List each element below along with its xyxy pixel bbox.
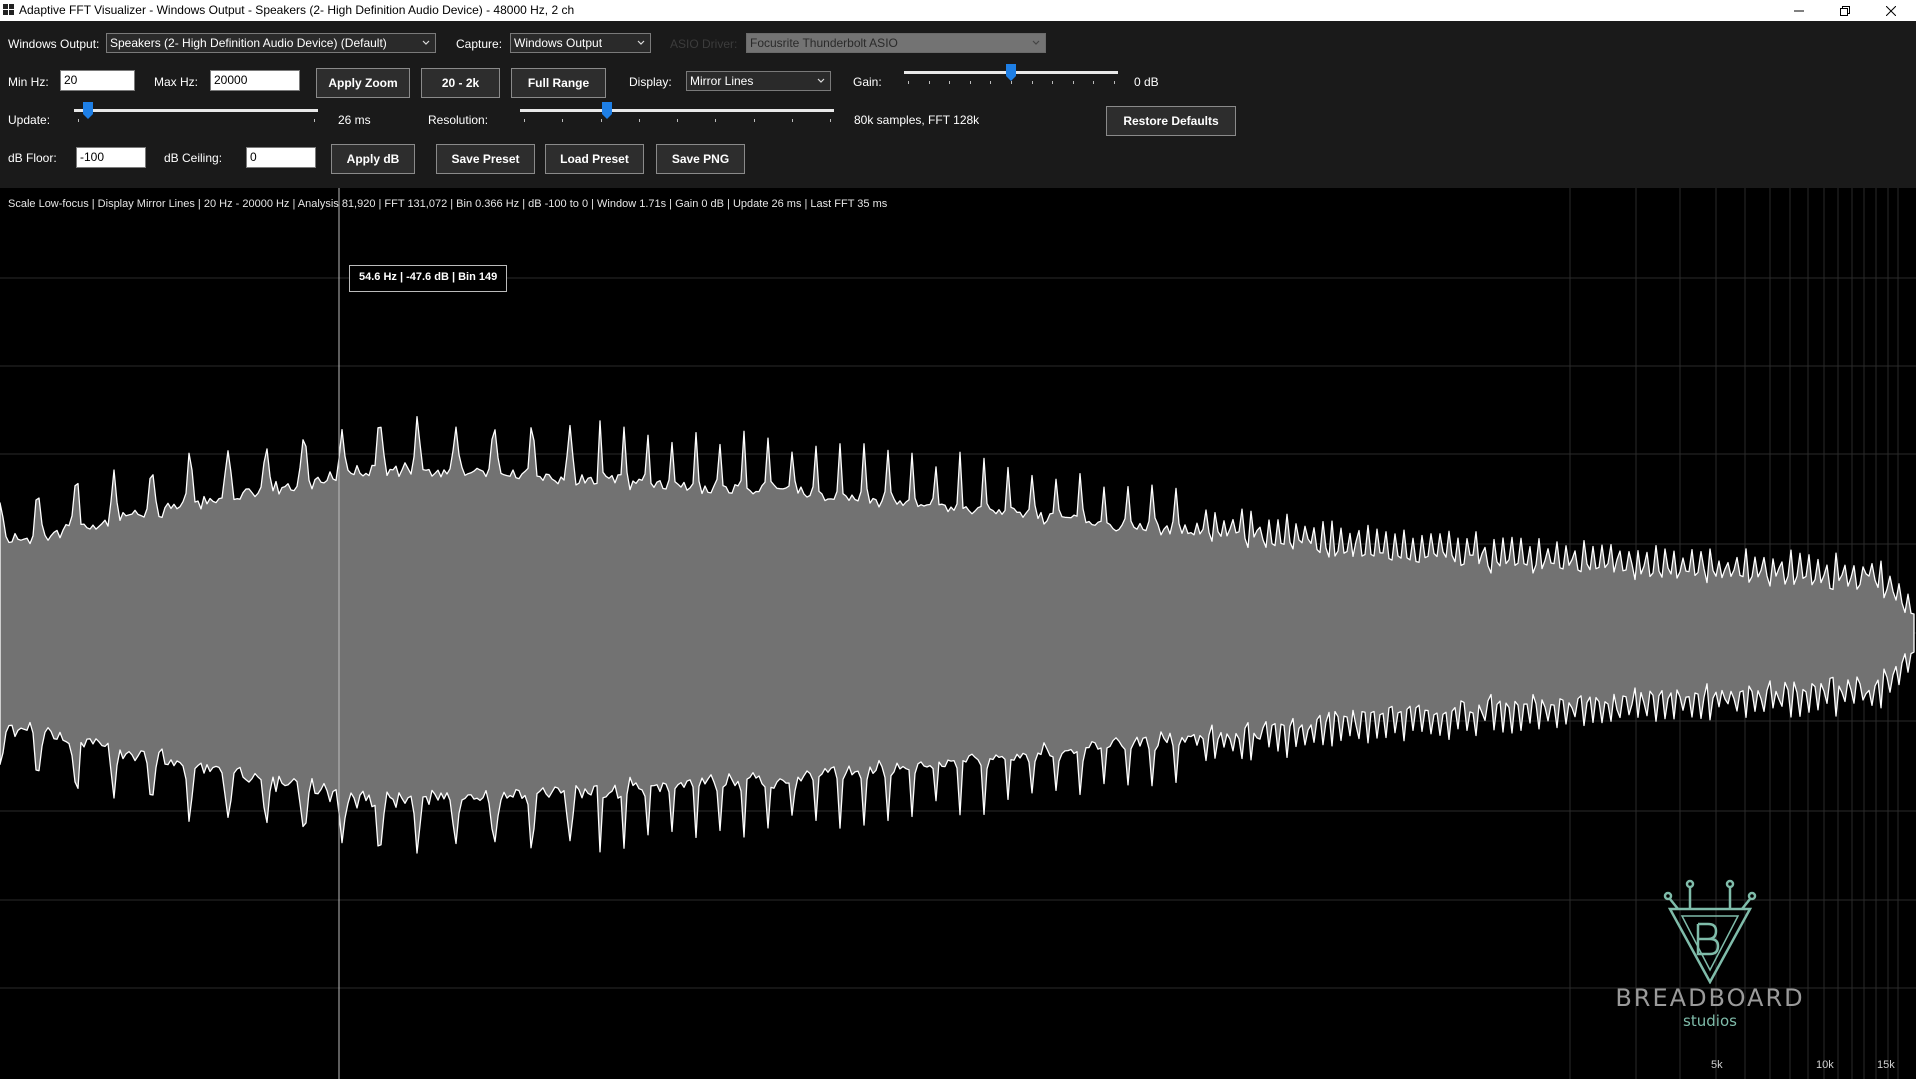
asio-driver-value: Focusrite Thunderbolt ASIO	[750, 36, 898, 50]
gain-label: Gain:	[853, 75, 882, 89]
window-title: Adaptive FFT Visualizer - Windows Output…	[19, 3, 575, 17]
close-icon	[1886, 5, 1896, 16]
slider-tick	[949, 81, 951, 84]
slider-thumb[interactable]	[1006, 64, 1016, 81]
breadboard-studios-logo: BREADBOARD studios	[1600, 874, 1820, 1034]
restore-defaults-button[interactable]: Restore Defaults	[1106, 106, 1236, 136]
slider-thumb[interactable]	[83, 102, 94, 119]
slider-tick	[830, 119, 831, 122]
gain-value: 0 dB	[1134, 75, 1159, 89]
slider-tick	[1011, 81, 1012, 84]
slider-tick	[791, 119, 793, 122]
windows-output-select[interactable]: Speakers (2- High Definition Audio Devic…	[106, 33, 436, 53]
slider-tick	[908, 81, 909, 84]
resolution-slider-track	[520, 109, 834, 112]
slider-thumb[interactable]	[602, 102, 613, 119]
update-value: 26 ms	[338, 113, 371, 127]
update-label: Update:	[8, 113, 51, 127]
asio-driver-label: ASIO Driver:	[670, 37, 738, 51]
gain-slider[interactable]	[904, 61, 1118, 85]
slider-tick	[1031, 81, 1033, 84]
apply-db-button[interactable]: Apply dB	[331, 144, 415, 174]
save-png-button[interactable]: Save PNG	[656, 144, 745, 174]
close-button[interactable]	[1868, 0, 1914, 21]
restore-button[interactable]	[1822, 0, 1868, 21]
axis-label-10k: 10k	[1816, 1059, 1834, 1071]
slider-tick	[715, 119, 717, 122]
app-icon	[3, 4, 15, 16]
update-slider-track	[74, 109, 318, 112]
db-ceiling-input[interactable]: 0	[246, 147, 316, 168]
slider-tick	[677, 119, 678, 122]
max-hz-label: Max Hz:	[154, 75, 199, 89]
min-hz-input[interactable]: 20	[60, 70, 135, 91]
slider-tick	[928, 81, 930, 84]
slider-tick	[314, 119, 315, 122]
resolution-label: Resolution:	[428, 113, 489, 127]
minimize-button[interactable]	[1776, 0, 1822, 21]
max-hz-input[interactable]: 20000	[210, 70, 300, 91]
slider-tick	[638, 119, 640, 122]
full-range-button[interactable]: Full Range	[511, 68, 606, 98]
slider-tick	[1093, 81, 1095, 84]
chevron-down-icon	[637, 40, 645, 45]
slider-tick	[562, 119, 564, 122]
db-floor-input[interactable]: -100	[76, 147, 146, 168]
logo-sub-text: studios	[1683, 1012, 1737, 1030]
asio-driver-select: Focusrite Thunderbolt ASIO	[746, 33, 1046, 53]
axis-label-5k: 5k	[1711, 1059, 1723, 1071]
chevron-down-icon	[1032, 40, 1040, 45]
restore-icon	[1840, 5, 1850, 16]
slider-tick	[969, 81, 971, 84]
slider-tick	[1072, 81, 1074, 84]
spectrum-visualizer[interactable]: Scale Low-focus | Display Mirror Lines |…	[0, 188, 1916, 1079]
slider-tick	[1052, 81, 1054, 84]
breadboard-logo-icon	[1663, 879, 1757, 984]
slider-tick	[990, 81, 992, 84]
db-ceiling-label: dB Ceiling:	[164, 151, 223, 165]
display-mode-select[interactable]: Mirror Lines	[686, 71, 831, 91]
control-panel: Windows Output: Speakers (2- High Defini…	[0, 21, 1916, 188]
update-slider[interactable]	[74, 99, 318, 123]
cursor-tooltip: 54.6 Hz | -47.6 dB | Bin 149	[349, 265, 508, 292]
slider-tick	[600, 119, 602, 122]
axis-label-15k: 15k	[1877, 1059, 1895, 1071]
minimize-icon	[1794, 10, 1804, 11]
display-mode-value: Mirror Lines	[690, 74, 754, 88]
resolution-slider[interactable]	[520, 99, 834, 123]
capture-value: Windows Output	[514, 36, 603, 50]
logo-brand-text: BREADBOARD	[1615, 984, 1805, 1012]
windows-output-label: Windows Output:	[8, 37, 100, 51]
status-readout: Scale Low-focus | Display Mirror Lines |…	[8, 198, 888, 210]
capture-label: Capture:	[456, 37, 503, 51]
resolution-value: 80k samples, FFT 128k	[854, 113, 980, 127]
display-label: Display:	[629, 75, 672, 89]
capture-select[interactable]: Windows Output	[510, 33, 651, 53]
slider-tick	[753, 119, 755, 122]
save-preset-button[interactable]: Save Preset	[436, 144, 535, 174]
slider-tick	[524, 119, 525, 122]
chevron-down-icon	[422, 40, 430, 45]
db-floor-label: dB Floor:	[8, 151, 57, 165]
apply-zoom-button[interactable]: Apply Zoom	[316, 68, 410, 98]
range-20-2k-button[interactable]: 20 - 2k	[421, 68, 500, 98]
windows-output-value: Speakers (2- High Definition Audio Devic…	[110, 36, 387, 50]
slider-tick	[78, 119, 79, 122]
title-bar: Adaptive FFT Visualizer - Windows Output…	[0, 0, 1916, 21]
slider-tick	[1114, 81, 1115, 84]
spectrum-mirror-fill	[0, 416, 1915, 854]
load-preset-button[interactable]: Load Preset	[545, 144, 644, 174]
min-hz-label: Min Hz:	[8, 75, 49, 89]
chevron-down-icon	[817, 78, 825, 83]
